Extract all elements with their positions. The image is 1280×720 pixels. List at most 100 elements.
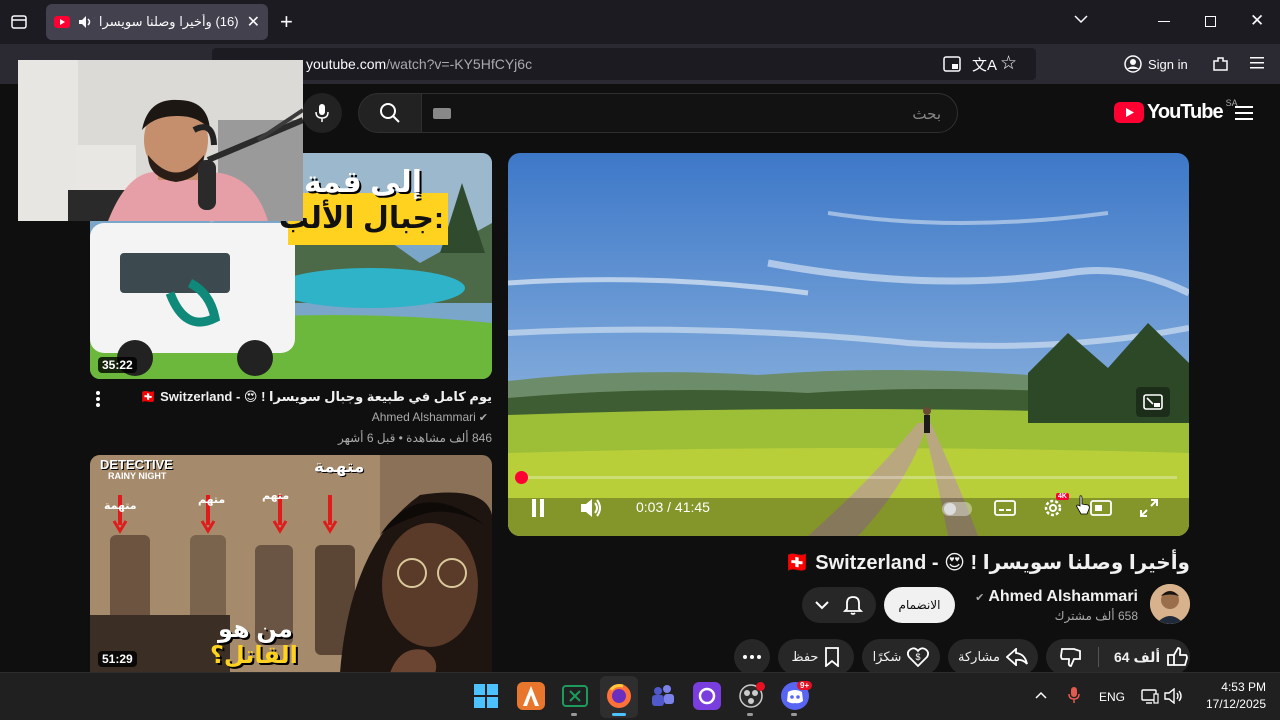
miniplayer-button[interactable] xyxy=(1090,500,1112,516)
picture-in-picture-icon xyxy=(1143,394,1163,410)
quality-badge: 4K xyxy=(1056,493,1069,500)
channel-info[interactable]: ✔ Ahmed Alshammari 658 ألف مشترك xyxy=(975,588,1138,623)
fullscreen-button[interactable] xyxy=(1140,499,1158,517)
more-actions-button[interactable] xyxy=(734,639,770,675)
close-window-icon[interactable]: ✕ xyxy=(1250,11,1264,31)
tab-list-icon[interactable] xyxy=(10,13,28,31)
keyboard-icon[interactable] xyxy=(433,108,451,119)
volume-icon[interactable] xyxy=(1164,688,1184,704)
bell-icon xyxy=(843,596,863,615)
subtitles-button[interactable] xyxy=(994,500,1016,516)
play-pause-button[interactable] xyxy=(530,498,546,518)
video-player[interactable]: 0:03 / 41:45 4K xyxy=(508,153,1189,536)
thumbnail-text-top: DETECTIVE xyxy=(100,457,173,472)
running-indicator xyxy=(571,713,577,716)
clock[interactable]: 4:53 PM 17/12/2025 xyxy=(1196,680,1266,711)
svg-text:$: $ xyxy=(916,652,921,662)
sidebar-video-title[interactable]: يوم كامل في طبيعة وجبال سويسرا ! 😍 - 🇨🇭 … xyxy=(140,389,492,405)
browser-tab-active[interactable]: (16) وأخيرا وصلنا سويسرا ! ✕ xyxy=(46,4,268,40)
save-button[interactable]: حفظ xyxy=(778,639,854,675)
share-label: مشاركة xyxy=(958,649,1000,664)
firefox-icon[interactable] xyxy=(605,682,633,710)
youtube-favicon-icon xyxy=(54,16,70,28)
voice-search-button[interactable] xyxy=(302,93,342,133)
network-icon[interactable] xyxy=(1141,688,1159,704)
discord-badge-count: 9+ xyxy=(800,681,810,690)
thumbs-up-icon xyxy=(1167,647,1189,666)
running-indicator xyxy=(791,713,797,716)
tab-title: (16) وأخيرا وصلنا سويسرا ! xyxy=(94,14,239,29)
progress-bar[interactable] xyxy=(520,476,1177,479)
video-duration: 35:22 xyxy=(98,357,137,373)
new-tab-icon[interactable]: + xyxy=(280,9,293,35)
browser-menu-icon[interactable] xyxy=(1250,57,1264,69)
like-dislike-group: 64 ألف xyxy=(1046,639,1190,675)
progress-scrubber[interactable] xyxy=(514,471,528,484)
thumbnail-text-line1: من هو xyxy=(218,616,293,643)
start-icon[interactable] xyxy=(472,682,500,710)
save-label: حفظ xyxy=(791,649,819,664)
sidebar-video-thumbnail[interactable]: DETECTIVE RAINY NIGHT متهمة متهم متهم مت… xyxy=(90,455,492,673)
app-launcher-icon[interactable] xyxy=(517,682,545,710)
picture-in-picture-icon[interactable] xyxy=(943,56,961,72)
running-indicator xyxy=(747,713,753,716)
video-duration: 51:29 xyxy=(98,651,137,667)
youtube-logo[interactable]: YouTube SA xyxy=(1114,98,1238,124)
minimize-icon[interactable] xyxy=(1158,21,1170,22)
thanks-button[interactable]: شكرًا $ xyxy=(862,639,940,675)
chevron-up-icon[interactable] xyxy=(1035,691,1047,699)
search-input[interactable]: بحث xyxy=(420,93,958,133)
webcam-overlay xyxy=(18,60,303,221)
language-indicator[interactable]: ENG xyxy=(1099,690,1125,704)
like-button[interactable]: 64 ألف xyxy=(1114,647,1189,667)
recording-dot xyxy=(756,682,765,691)
address-bar[interactable]: youtube.com/watch?v=-KY5HfCYj6c 文A ☆ xyxy=(212,48,1036,80)
more-horizontal-icon xyxy=(743,655,761,659)
teams-icon[interactable] xyxy=(649,682,677,710)
autoplay-toggle[interactable] xyxy=(942,502,972,516)
thumbnail-text-line1: إلى قمة xyxy=(303,166,422,199)
youtube-logo-text: YouTube xyxy=(1147,101,1224,123)
join-button[interactable]: الانضمام xyxy=(884,587,955,623)
bookmark-icon xyxy=(825,647,840,667)
subscriber-count: 658 ألف مشترك xyxy=(1054,609,1138,623)
translate-icon[interactable]: 文A xyxy=(972,54,997,75)
sign-in-button[interactable]: Sign in xyxy=(1124,50,1188,78)
more-actions-icon[interactable] xyxy=(94,390,102,408)
chevron-down-icon xyxy=(815,601,829,610)
channel-avatar[interactable] xyxy=(1150,584,1190,624)
search-button[interactable] xyxy=(358,93,422,133)
share-icon xyxy=(1005,648,1028,666)
volume-button[interactable] xyxy=(580,497,604,519)
verified-badge-icon: ✔ xyxy=(478,411,488,424)
app-icon-circle[interactable] xyxy=(693,682,721,710)
mouse-cursor-icon xyxy=(1076,495,1090,515)
extensions-icon[interactable] xyxy=(1212,55,1229,72)
join-label: الانضمام xyxy=(898,598,941,612)
restore-icon[interactable] xyxy=(1205,16,1216,27)
speaker-icon[interactable] xyxy=(78,15,94,29)
like-count: 64 ألف xyxy=(1114,648,1161,665)
subscribe-notification-button[interactable] xyxy=(802,587,876,623)
guide-menu-icon[interactable] xyxy=(1235,105,1253,121)
suspect-label: متهم xyxy=(198,494,226,506)
sidebar-video-channel[interactable]: Ahmed Alshammari ✔ xyxy=(372,410,488,424)
settings-button[interactable]: 4K xyxy=(1042,493,1069,519)
microphone-icon[interactable] xyxy=(1068,686,1080,704)
chevron-down-icon[interactable] xyxy=(1074,14,1088,24)
thanks-label: شكرًا xyxy=(872,649,902,664)
thumbnail-text-line2: جبال الألب: xyxy=(278,202,444,235)
excel-icon[interactable] xyxy=(561,682,589,710)
dislike-button[interactable] xyxy=(1060,647,1082,667)
channel-name: Ahmed Alshammari xyxy=(371,410,476,424)
channel-name: Ahmed Alshammari xyxy=(988,588,1138,605)
bookmark-star-icon[interactable]: ☆ xyxy=(1000,52,1017,75)
share-button[interactable]: مشاركة xyxy=(948,639,1038,675)
autoplay-knob xyxy=(944,503,956,515)
url-text[interactable]: youtube.com/watch?v=-KY5HfCYj6c xyxy=(306,56,532,72)
video-title: وأخيرا وصلنا سويسرا ! 😍 - 🇨🇭 Switzerland xyxy=(784,552,1190,574)
close-tab-icon[interactable]: ✕ xyxy=(247,12,260,32)
clock-date: 17/12/2025 xyxy=(1205,697,1266,711)
account-icon xyxy=(1124,55,1142,73)
pip-overlay-button[interactable] xyxy=(1136,387,1170,417)
